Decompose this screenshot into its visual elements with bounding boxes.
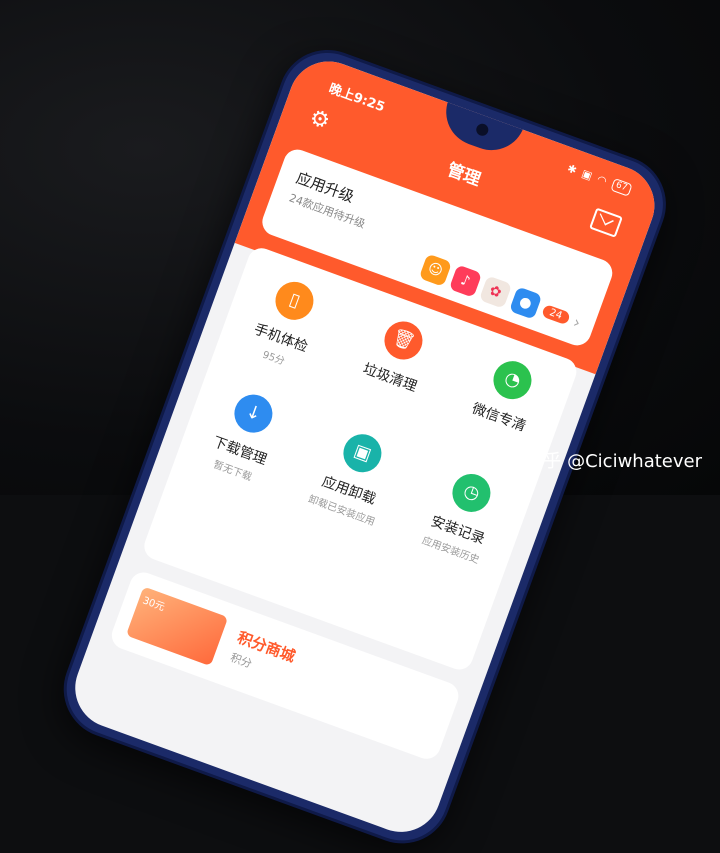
smile-app-icon: ☺ — [418, 253, 452, 287]
uninstall-icon: ▣ — [338, 428, 387, 478]
tile-junk-clean[interactable]: 🗑 垃圾清理 — [331, 303, 464, 409]
tile-sub — [508, 562, 617, 602]
tile-name: 病毒扫描 — [537, 553, 596, 588]
tile-wechat-clean[interactable]: ◔ 微信专清 — [440, 342, 573, 448]
wifi-icon: ◠ — [595, 172, 609, 188]
front-camera — [474, 122, 490, 138]
wechat-icon: ◔ — [488, 355, 537, 405]
music-app-icon: ♪ — [448, 264, 483, 298]
petal-app-icon: ✿ — [478, 275, 513, 309]
phone-icon: ▯ — [270, 276, 319, 326]
tile-name: 垃圾清理 — [360, 361, 419, 396]
tile-name: 微信专清 — [469, 400, 528, 435]
virus-scan-icon: ◴ — [556, 508, 605, 557]
upgrade-count-badge: 24 — [541, 303, 571, 325]
bluetooth-icon: ✱ — [565, 161, 579, 178]
points-banner-image: 30元 — [125, 586, 229, 667]
tile-virus-scan[interactable]: ◴ 病毒扫描 — [508, 495, 641, 601]
chat-app-icon: ● — [508, 286, 543, 320]
download-icon: ↓ — [229, 389, 278, 438]
install-record-icon: ◷ — [447, 468, 496, 518]
battery-icon: 67 — [609, 177, 633, 197]
points-subtitle: 积分 — [228, 650, 254, 671]
zhihu-watermark: 知乎 @Ciciwhatever — [525, 451, 702, 472]
sim-icon: ▣ — [579, 166, 595, 183]
status-time: 晚上9:25 — [326, 81, 387, 116]
status-icons: ✱ ▣ ◠ 67 — [566, 162, 633, 197]
chevron-right-icon: › — [570, 311, 584, 332]
trash-icon: 🗑 — [379, 316, 428, 365]
